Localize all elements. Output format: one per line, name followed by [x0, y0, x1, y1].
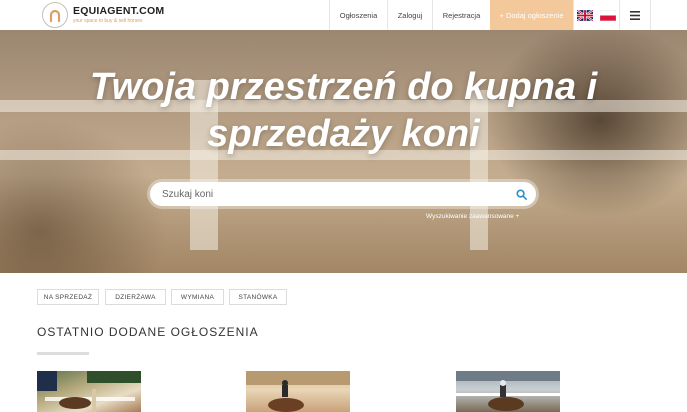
- hero-banner: Twoja przestrzeń do kupna i sprzedaży ko…: [0, 30, 687, 273]
- language-switcher: [573, 0, 619, 30]
- nav-register[interactable]: Rejestracja: [432, 0, 490, 30]
- add-listing-button[interactable]: + Dodaj ogłoszenie: [490, 0, 573, 30]
- site-logo[interactable]: EQUIAGENT.COM your space to buy & sell h…: [42, 2, 164, 28]
- nav-listings[interactable]: Ogłoszenia: [329, 0, 387, 30]
- filter-lease[interactable]: DZIERŻAWA: [105, 289, 166, 305]
- search-input[interactable]: [162, 184, 502, 204]
- advanced-search-link[interactable]: Wyszukiwanie zaawansowane +: [426, 213, 519, 220]
- site-header: EQUIAGENT.COM your space to buy & sell h…: [0, 0, 687, 30]
- uk-flag-icon[interactable]: [577, 9, 594, 21]
- recent-listings-title: OSTATNIO DODANE OGŁOSZENIA: [37, 325, 259, 339]
- filter-for-sale[interactable]: NA SPRZEDAŻ: [37, 289, 99, 305]
- pl-flag-icon[interactable]: [599, 9, 616, 21]
- logo-tagline: your space to buy & sell horses: [73, 17, 143, 24]
- listing-thumbnail[interactable]: [246, 371, 350, 412]
- horseshoe-icon: [42, 2, 68, 28]
- search-bar: [150, 182, 536, 206]
- filter-stud[interactable]: STANÓWKA: [229, 289, 287, 305]
- logo-title: EQUIAGENT.COM: [73, 5, 165, 18]
- nav-login[interactable]: Zaloguj: [387, 0, 432, 30]
- hero-title: Twoja przestrzeń do kupna i sprzedaży ko…: [89, 66, 598, 155]
- listing-thumbnail[interactable]: [37, 371, 141, 412]
- section-divider: [37, 352, 89, 355]
- filter-exchange[interactable]: WYMIANA: [171, 289, 224, 305]
- listing-thumbnail[interactable]: [456, 371, 560, 412]
- search-icon[interactable]: [514, 187, 528, 201]
- hamburger-menu-icon[interactable]: [619, 0, 651, 30]
